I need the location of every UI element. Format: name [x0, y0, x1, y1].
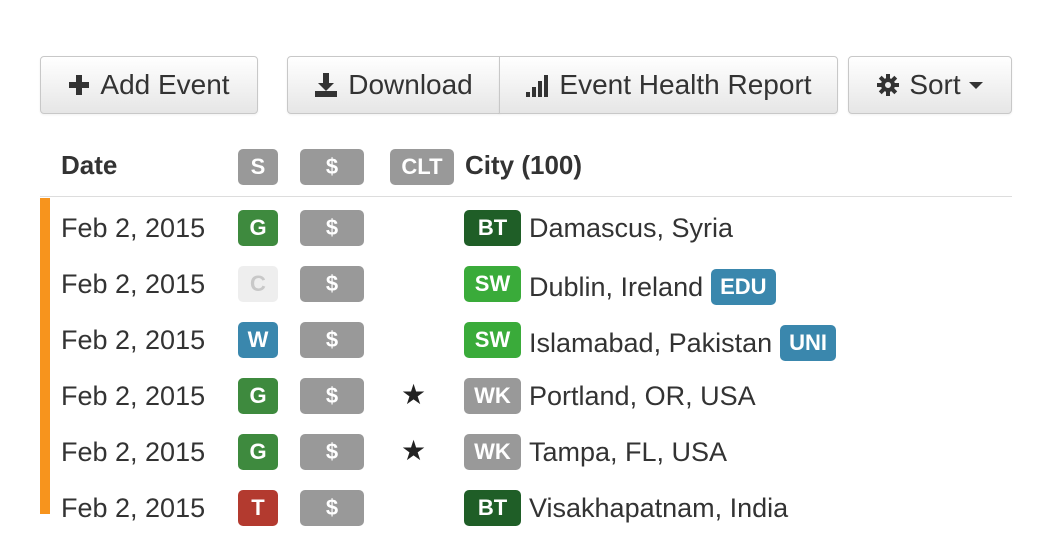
- bar-chart-icon: [525, 73, 549, 97]
- status-badge: G: [238, 434, 278, 470]
- table-row[interactable]: Feb 2, 2015 C $ SW Dublin, Ireland EDU: [0, 256, 1038, 312]
- status-badge: W: [238, 322, 278, 358]
- event-date: Feb 2, 2015: [61, 213, 206, 243]
- gear-icon: [877, 74, 900, 96]
- table-row[interactable]: Feb 2, 2015 G $ BT Damascus, Syria: [0, 200, 1038, 256]
- add-event-label: Add Event: [100, 69, 230, 100]
- caret-down-icon: [968, 81, 983, 89]
- star-icon: ★: [401, 435, 427, 466]
- payment-badge: $: [300, 210, 364, 246]
- event-date: Feb 2, 2015: [61, 325, 206, 355]
- download-label: Download: [348, 69, 473, 100]
- column-header-status[interactable]: S: [238, 149, 278, 185]
- payment-badge: $: [300, 266, 364, 302]
- sort-label: Sort: [909, 69, 961, 100]
- download-icon: [314, 73, 338, 97]
- payment-badge: $: [300, 490, 364, 526]
- status-badge: G: [238, 378, 278, 414]
- city-cell: Dublin, Ireland EDU: [529, 269, 776, 305]
- status-badge: T: [238, 490, 278, 526]
- event-date: Feb 2, 2015: [61, 381, 206, 411]
- column-header-city[interactable]: City (100): [465, 150, 582, 181]
- event-date: Feb 2, 2015: [61, 437, 206, 467]
- city-cell: Damascus, Syria: [529, 213, 733, 244]
- plus-icon: [68, 74, 90, 96]
- city-cell: Tampa, FL, USA: [529, 437, 727, 468]
- payment-badge: $: [300, 378, 364, 414]
- payment-badge: $: [300, 434, 364, 470]
- table-row[interactable]: Feb 2, 2015 T $ BT Visakhapatnam, India: [0, 480, 1038, 536]
- event-health-report-label: Event Health Report: [559, 69, 812, 100]
- event-type-badge: WK: [464, 434, 521, 470]
- star-icon: ★: [401, 379, 427, 410]
- city-cell: Visakhapatnam, India: [529, 493, 788, 524]
- city-name[interactable]: Damascus, Syria: [529, 213, 733, 244]
- event-type-badge: SW: [464, 322, 521, 358]
- table-row[interactable]: Feb 2, 2015 G $ ★ WK Tampa, FL, USA: [0, 424, 1038, 480]
- event-date: Feb 2, 2015: [61, 269, 206, 299]
- city-cell: Portland, OR, USA: [529, 381, 756, 412]
- event-date: Feb 2, 2015: [61, 493, 206, 523]
- event-type-badge: WK: [464, 378, 521, 414]
- table-row[interactable]: Feb 2, 2015 W $ SW Islamabad, Pakistan UNI: [0, 312, 1038, 368]
- city-name[interactable]: Portland, OR, USA: [529, 381, 756, 412]
- event-type-badge: BT: [464, 490, 521, 526]
- city-cell: Islamabad, Pakistan UNI: [529, 325, 837, 361]
- table-row[interactable]: Feb 2, 2015 G $ ★ WK Portland, OR, USA: [0, 368, 1038, 424]
- city-name[interactable]: Dublin, Ireland: [529, 272, 703, 303]
- city-name[interactable]: Islamabad, Pakistan: [529, 328, 772, 359]
- event-type-badge: SW: [464, 266, 521, 302]
- column-header-payment[interactable]: $: [300, 149, 364, 185]
- header-divider: [40, 196, 1012, 197]
- sort-button[interactable]: Sort: [848, 56, 1012, 114]
- payment-badge: $: [300, 322, 364, 358]
- event-health-report-button[interactable]: Event Health Report: [499, 56, 838, 114]
- column-header-clt[interactable]: CLT: [390, 149, 454, 185]
- category-tag: UNI: [780, 325, 837, 361]
- city-name[interactable]: Visakhapatnam, India: [529, 493, 788, 524]
- category-tag: EDU: [711, 269, 776, 305]
- status-badge: G: [238, 210, 278, 246]
- event-type-badge: BT: [464, 210, 521, 246]
- city-name[interactable]: Tampa, FL, USA: [529, 437, 727, 468]
- column-header-date[interactable]: Date: [61, 150, 117, 181]
- status-badge: C: [238, 266, 278, 302]
- download-button[interactable]: Download: [287, 56, 500, 114]
- add-event-button[interactable]: Add Event: [40, 56, 258, 114]
